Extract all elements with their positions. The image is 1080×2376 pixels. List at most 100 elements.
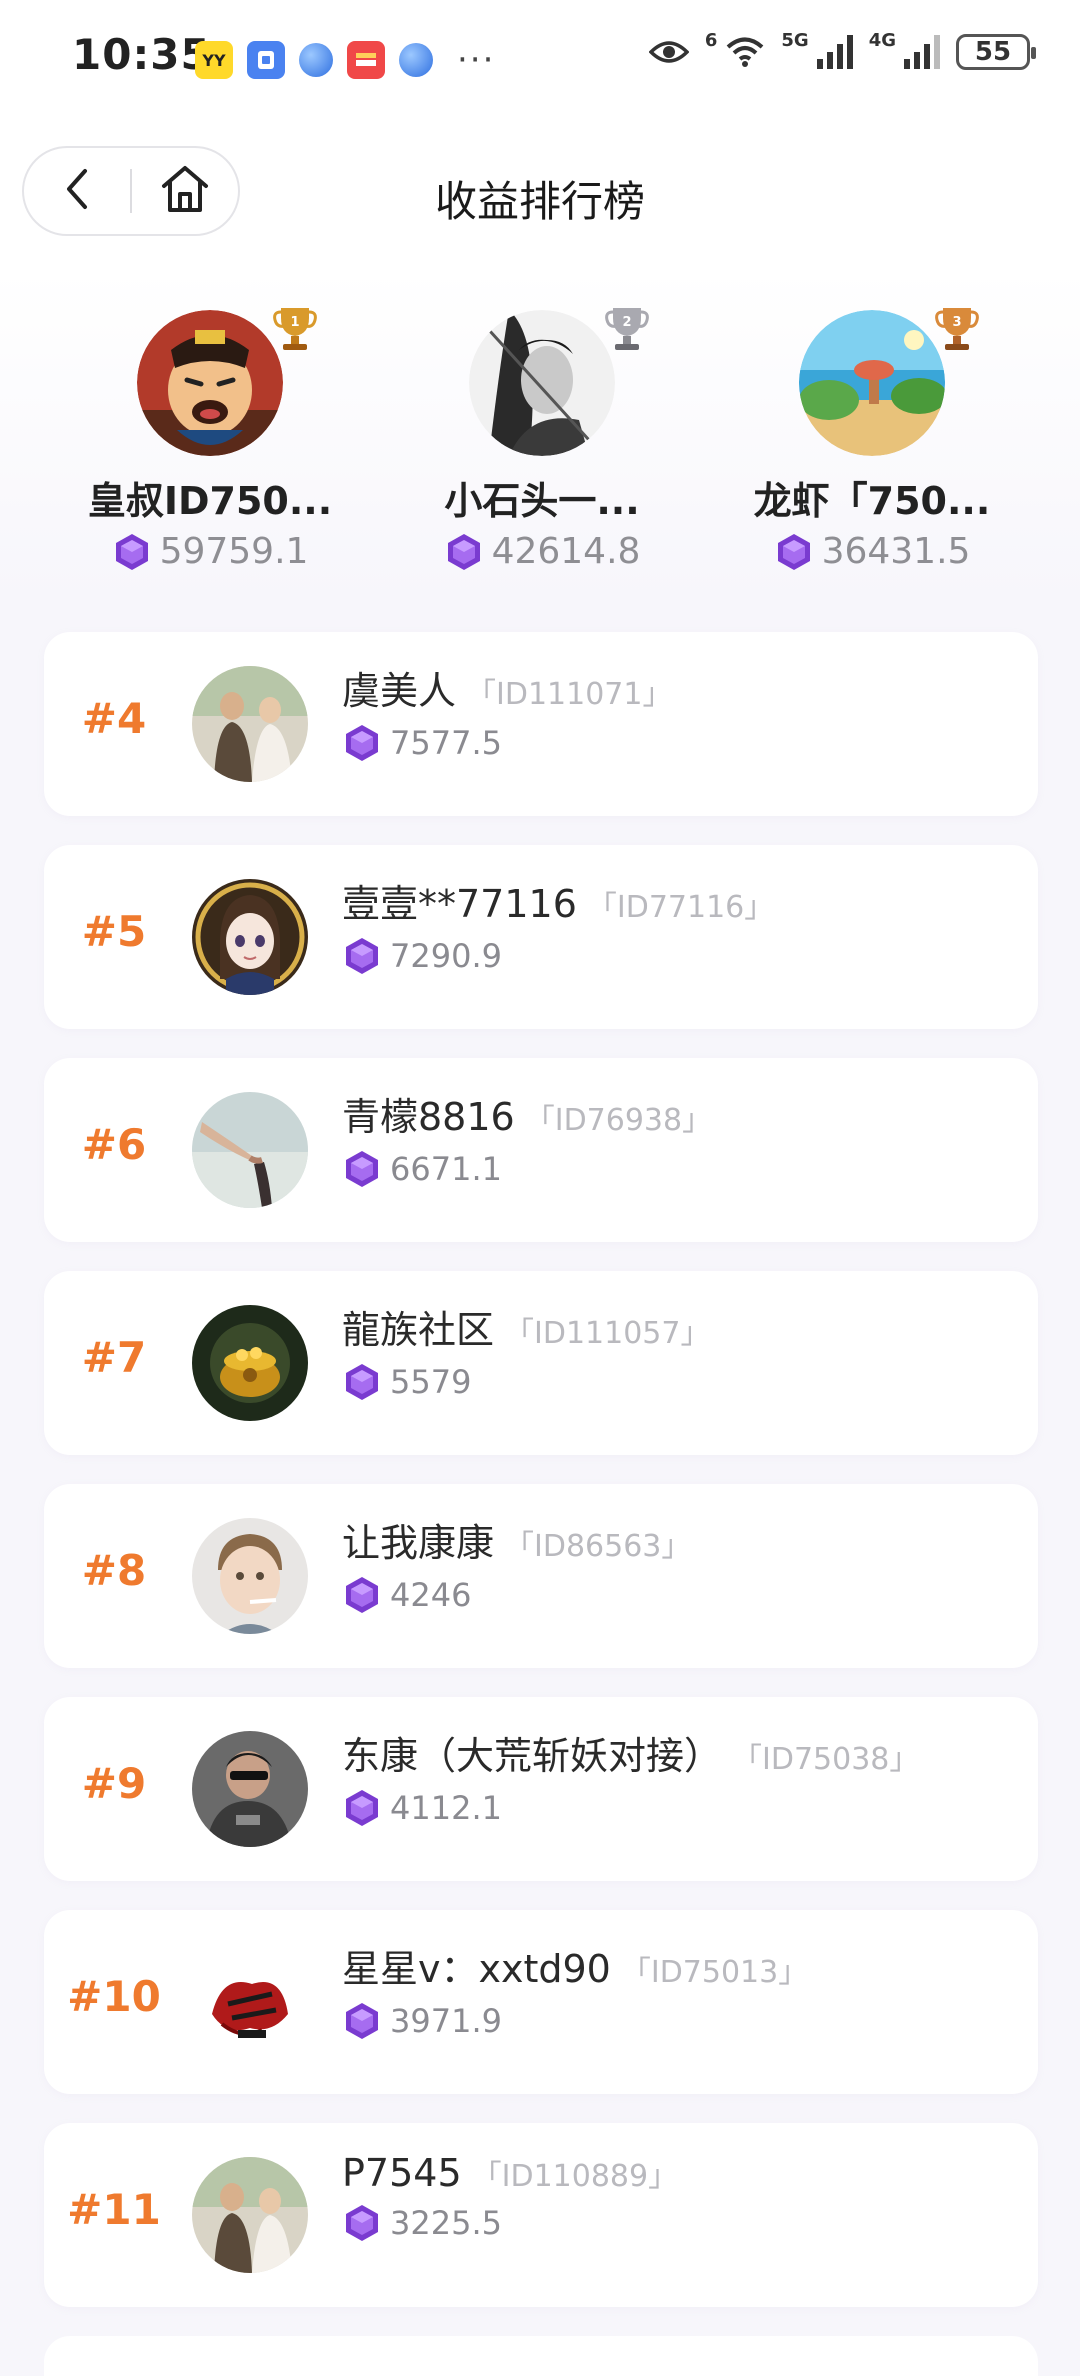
trophy-icon: 1 (273, 302, 317, 352)
purple-gem-icon (346, 938, 378, 974)
svg-text:2: 2 (622, 315, 631, 330)
list-item[interactable]: #6 青檬8816 「ID76938」 6671.1 (44, 1058, 1038, 1242)
status-app-icons: YY ··· (195, 40, 495, 80)
wifi-icon (725, 36, 765, 68)
score-value: 4246 (390, 1576, 472, 1614)
list-item[interactable]: #8 让我康康 「ID86563」 4246 (44, 1484, 1038, 1668)
score-value: 7290.9 (390, 937, 502, 975)
svg-text:1: 1 (290, 315, 299, 330)
avatar[interactable]: 3 (799, 308, 979, 456)
user-id: 「ID111071」 (466, 677, 673, 712)
navigation-bar: 收益排行榜 (0, 120, 1080, 270)
eye-icon (648, 38, 689, 66)
purple-gem-icon (346, 1790, 378, 1826)
score-value: 6671.1 (390, 1150, 502, 1188)
podium-score: 42614.8 (392, 531, 692, 572)
top-three-podium: 1 皇叔ID750... 59759.1 2 小石头一... 42614.8 3… (0, 270, 1080, 600)
score-value: 3225.5 (390, 2204, 502, 2242)
status-system-icons: 6 5G 4G 55 (648, 30, 1036, 70)
user-name: 虞美人 (342, 669, 457, 713)
user-id: 「ID77116」 (586, 890, 775, 925)
podium-item-1[interactable]: 1 皇叔ID750... 59759.1 (60, 308, 360, 572)
yy-app-icon: YY (195, 41, 233, 79)
avatar[interactable] (192, 1305, 308, 1421)
rank-number: #9 (81, 1759, 147, 1808)
list-item[interactable]: #5 壹壹**77116 「ID77116」 7290.9 (44, 845, 1038, 1029)
network-5g-label: 5G (781, 29, 809, 51)
network-4g-label: 4G (868, 29, 896, 51)
purple-gem-icon (346, 2003, 378, 2039)
podium-item-2[interactable]: 2 小石头一... 42614.8 (392, 308, 692, 572)
list-item[interactable]: #10 星星v：xxtd90 「ID75013」 3971.9 (44, 1910, 1038, 2094)
browser-app-icon-2 (399, 43, 433, 77)
rank-number: #8 (81, 1546, 147, 1595)
user-info: 壹壹**77116 「ID77116」 7290.9 (342, 873, 1018, 976)
avatar[interactable] (192, 1092, 308, 1208)
signal-5g-icon (816, 35, 853, 69)
avatar[interactable] (192, 1518, 308, 1634)
purple-gem-icon (346, 1364, 378, 1400)
purple-gem-icon (115, 533, 148, 570)
trophy-icon: 2 (605, 302, 649, 352)
purple-gem-icon (346, 1151, 378, 1187)
rank-number: #5 (81, 907, 147, 956)
podium-score: 59759.1 (60, 531, 360, 572)
score-value: 36431.5 (821, 531, 971, 572)
user-info: 让我康康 「ID86563」 4246 (342, 1512, 1018, 1615)
avatar[interactable] (192, 666, 308, 782)
score-value: 7577.5 (390, 724, 502, 762)
status-time: 10:35 (72, 30, 211, 79)
user-id: 「ID110889」 (471, 2159, 679, 2194)
trophy-icon: 3 (935, 302, 979, 352)
user-info: 青檬8816 「ID76938」 6671.1 (342, 1086, 1018, 1189)
score-value: 59759.1 (159, 531, 309, 572)
list-item[interactable]: #7 龍族社区 「ID111057」 5579 (44, 1271, 1038, 1455)
avatar[interactable]: 1 (137, 308, 317, 456)
avatar[interactable]: 2 (469, 308, 649, 456)
rank-number: #4 (81, 694, 147, 743)
user-info: 星星v：xxtd90 「ID75013」 3971.9 (342, 1938, 1018, 2041)
avatar[interactable] (192, 2157, 308, 2273)
podium-name: 皇叔ID750... (87, 479, 333, 523)
list-item[interactable]: #11 P7545 「ID110889」 3225.5 (44, 2123, 1038, 2307)
rank-number: #7 (81, 1333, 147, 1382)
user-name: 让我康康 (342, 1521, 495, 1565)
status-bar: 10:35 YY ··· 6 5G 4G 55 (0, 0, 1080, 120)
signal-4g-icon (904, 35, 940, 69)
user-id: 「ID111057」 (504, 1316, 711, 1351)
rank-number: #10 (67, 1972, 161, 2021)
user-id: 「ID86563」 (504, 1529, 692, 1564)
list-item[interactable]: #9 东康（大荒斩妖对接） 「ID75038」 4112.1 (44, 1697, 1038, 1881)
avatar[interactable] (192, 1944, 308, 2060)
score-value: 3971.9 (390, 2002, 502, 2040)
card-app-icon (247, 41, 285, 79)
user-name: P7545 (342, 2151, 462, 2195)
user-info: 龍族社区 「ID111057」 5579 (342, 1299, 1018, 1402)
user-name: 星星v：xxtd90 (342, 1947, 611, 1991)
list-item[interactable]: #4 虞美人 「ID111071」 7577.5 (44, 632, 1038, 816)
score-value: 42614.8 (491, 531, 641, 572)
user-info: P7545 「ID110889」 3225.5 (342, 2151, 1018, 2243)
purple-gem-icon (346, 2205, 378, 2241)
user-id: 「ID75038」 (732, 1742, 920, 1777)
rank-number: #6 (81, 1120, 147, 1169)
score-value: 5579 (390, 1363, 472, 1401)
more-notifications-icon: ··· (457, 40, 496, 80)
user-name: 龍族社区 (342, 1308, 495, 1352)
rank-number: #11 (67, 2185, 161, 2234)
user-info: 东康（大荒斩妖对接） 「ID75038」 4112.1 (342, 1725, 1018, 1828)
podium-item-3[interactable]: 3 龙虾「750... 36431.5 (722, 308, 1022, 572)
user-name: 东康（大荒斩妖对接） (342, 1734, 723, 1778)
browser-app-icon (299, 43, 333, 77)
purple-gem-icon (777, 533, 810, 570)
avatar[interactable] (192, 1731, 308, 1847)
user-name: 青檬8816 (342, 1095, 515, 1139)
user-name: 壹壹**77116 (342, 882, 577, 926)
purple-gem-icon (346, 1577, 378, 1613)
avatar[interactable] (192, 879, 308, 995)
purple-gem-icon (346, 725, 378, 761)
podium-score: 36431.5 (722, 531, 1022, 572)
user-id: 「ID76938」 (524, 1103, 713, 1138)
list-item-partial (44, 2336, 1038, 2376)
purple-gem-icon (447, 533, 480, 570)
